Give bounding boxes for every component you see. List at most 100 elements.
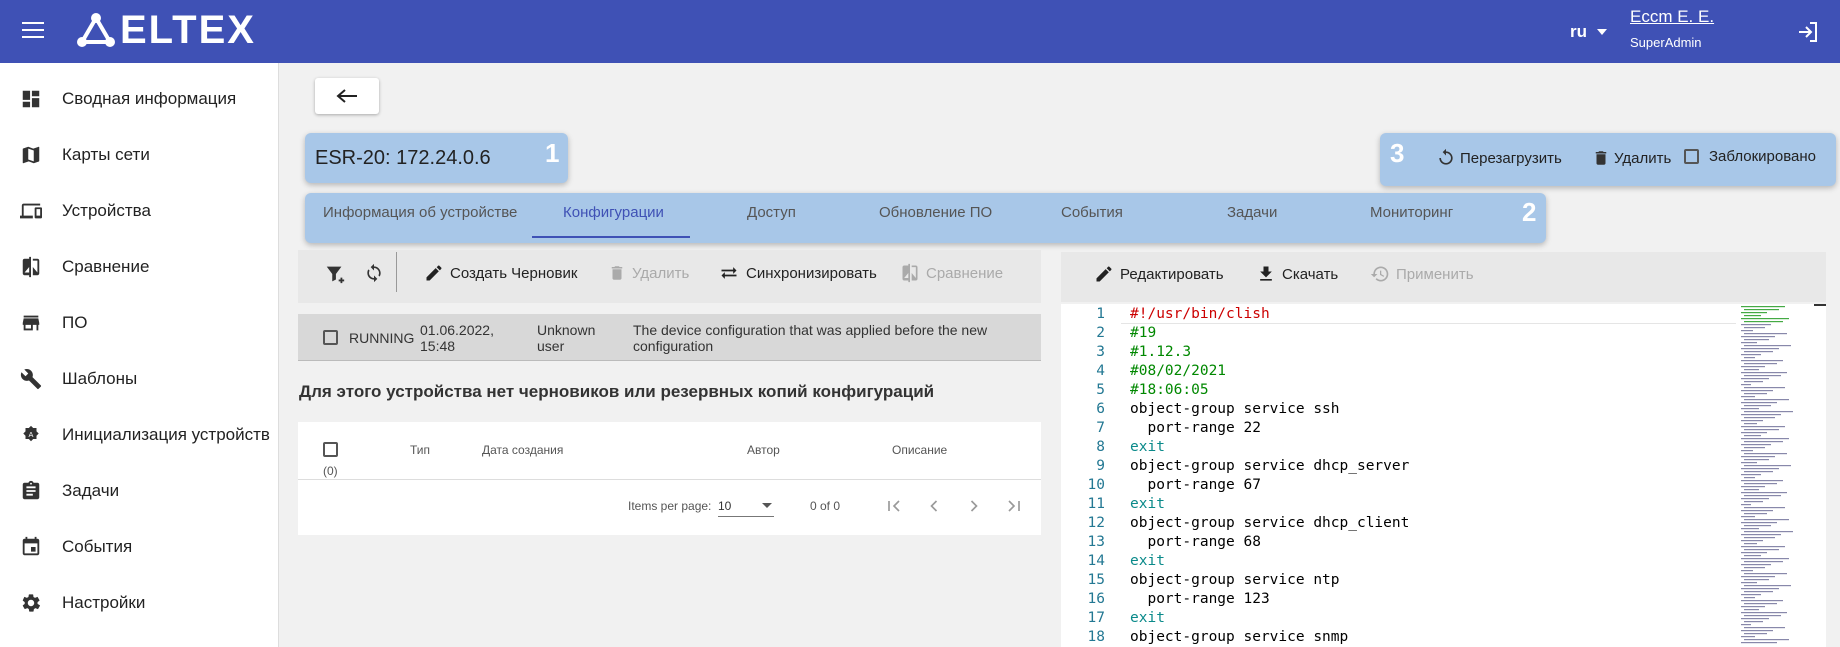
sidebar-item-label: Сравнение	[62, 257, 150, 276]
download-button[interactable]: Скачать	[1256, 264, 1338, 284]
line-number: 3	[1096, 344, 1105, 360]
minimap-line	[1741, 450, 1753, 452]
reboot-button[interactable]: Перезагрузить	[1436, 148, 1562, 168]
map-icon	[22, 146, 40, 164]
prev-page-icon[interactable]	[924, 496, 944, 516]
backup-table: (0) Тип Дата создания Автор Описание Ite…	[298, 422, 1041, 535]
compare-button[interactable]: Сравнение	[900, 263, 1003, 283]
minimap-line	[1741, 630, 1773, 632]
running-config-row[interactable]: RUNNING 01.06.2022, 15:48 Unknown user T…	[298, 314, 1041, 361]
minimap-line	[1741, 426, 1785, 428]
sidebar-item-maps[interactable]: Карты сети	[0, 133, 279, 177]
column-author[interactable]: Автор	[747, 443, 780, 457]
dashboard-icon	[22, 90, 40, 108]
line-number: 16	[1087, 591, 1105, 607]
tab-access[interactable]: Доступ	[747, 204, 796, 221]
minimap-line	[1744, 429, 1779, 431]
minimap-line	[1741, 444, 1771, 446]
minimap-line	[1741, 312, 1767, 314]
sidebar-item-label: ПО	[62, 313, 88, 332]
minimap-line	[1744, 609, 1759, 611]
sidebar-item-events[interactable]: События	[0, 525, 279, 569]
locked-checkbox[interactable]: Заблокировано	[1684, 148, 1816, 165]
minimap-line	[1741, 306, 1785, 308]
code-text: port-range 22	[1130, 420, 1261, 436]
tab-monitoring[interactable]: Мониторинг	[1370, 204, 1453, 221]
delete-device-button[interactable]: Удалить	[1592, 148, 1671, 168]
tab-software-update[interactable]: Обновление ПО	[879, 204, 992, 221]
config-editor[interactable]: 1 #!/usr/bin/clish 2 #19 3 #1.12.3 4 #08/02/202…	[1061, 304, 1826, 647]
sidebar-item-label: Устройства	[62, 201, 151, 220]
create-draft-button[interactable]: Создать Черновик	[424, 263, 577, 283]
download-icon	[1260, 266, 1272, 281]
minimap[interactable]	[1736, 304, 1826, 647]
tab-tasks[interactable]: Задачи	[1227, 204, 1277, 221]
minimap-line	[1744, 375, 1781, 377]
menu-icon[interactable]	[22, 22, 44, 40]
sidebar-item-templates[interactable]: Шаблоны	[0, 357, 279, 401]
minimap-line	[1744, 555, 1761, 557]
minimap-line	[1741, 396, 1755, 398]
minimap-line	[1744, 633, 1767, 635]
minimap-line	[1744, 549, 1779, 551]
filter-button[interactable]	[324, 263, 346, 285]
tab-device-info[interactable]: Информация об устройстве	[323, 204, 517, 221]
line-number: 8	[1096, 439, 1105, 455]
table-divider	[298, 479, 1041, 480]
user-role: SuperAdmin	[1630, 35, 1702, 50]
minimap-line	[1741, 468, 1779, 470]
sidebar-item-label: Инициализация устройств	[62, 425, 270, 444]
tab-configurations[interactable]: Конфигурации	[563, 204, 664, 221]
column-type[interactable]: Тип	[410, 443, 430, 457]
minimap-line	[1744, 603, 1777, 605]
sidebar-item-summary[interactable]: Сводная информация	[0, 77, 279, 121]
sidebar-item-init[interactable]: A Инициализация устройств	[0, 413, 279, 457]
language-select[interactable]: ru	[1570, 22, 1607, 42]
minimap-line	[1744, 561, 1783, 563]
delete-config-button[interactable]: Удалить	[608, 263, 689, 283]
minimap-line	[1741, 510, 1773, 512]
minimap-line	[1744, 597, 1755, 599]
refresh-button[interactable]	[364, 263, 384, 283]
minimap-line	[1744, 417, 1775, 419]
code-text: #19	[1130, 325, 1157, 341]
next-page-icon[interactable]	[964, 496, 984, 516]
apply-button[interactable]: Применить	[1370, 264, 1474, 284]
items-per-page-select[interactable]: 10	[718, 495, 774, 517]
minimap-line	[1741, 534, 1781, 536]
minimap-line	[1744, 345, 1791, 347]
config-description: The device configuration that was applie…	[633, 322, 988, 338]
minimap-line	[1744, 525, 1771, 527]
line-number: 13	[1087, 534, 1105, 550]
back-button[interactable]	[315, 78, 379, 114]
first-page-icon[interactable]	[884, 496, 904, 516]
sidebar-item-devices[interactable]: Устройства	[0, 189, 279, 233]
sidebar-item-software[interactable]: ПО	[0, 301, 279, 345]
user-info[interactable]: Eccm E. E. SuperAdmin	[1630, 7, 1714, 50]
reboot-label: Перезагрузить	[1460, 149, 1562, 167]
minimap-line	[1741, 456, 1775, 458]
last-page-icon[interactable]	[1004, 496, 1024, 516]
page-range: 0 of 0	[810, 499, 841, 513]
logout-icon[interactable]	[1796, 20, 1820, 44]
config-time: 15:48	[420, 338, 456, 354]
scrollbar-thumb[interactable]	[1814, 304, 1826, 306]
column-description[interactable]: Описание	[892, 443, 947, 457]
minimap-line	[1741, 390, 1773, 392]
sidebar-item-tasks[interactable]: Задачи	[0, 469, 279, 513]
checkbox-box[interactable]	[1684, 149, 1699, 164]
sync-button[interactable]: Синхронизировать	[718, 263, 877, 283]
tab-events[interactable]: События	[1061, 204, 1123, 221]
sidebar-item-settings[interactable]: Настройки	[0, 581, 279, 625]
edit-button[interactable]: Редактировать	[1094, 264, 1224, 284]
minimap-line	[1744, 615, 1781, 617]
minimap-line	[1744, 315, 1761, 317]
minimap-line	[1741, 408, 1759, 410]
row-checkbox[interactable]	[323, 330, 338, 345]
code-text: object-group service ntp	[1130, 572, 1340, 588]
user-name[interactable]: Eccm E. E.	[1630, 7, 1714, 27]
select-all-checkbox[interactable]	[323, 442, 338, 457]
column-created[interactable]: Дата создания	[482, 443, 563, 457]
code-text: port-range 67	[1130, 477, 1261, 493]
sidebar-item-compare[interactable]: Сравнение	[0, 245, 279, 289]
